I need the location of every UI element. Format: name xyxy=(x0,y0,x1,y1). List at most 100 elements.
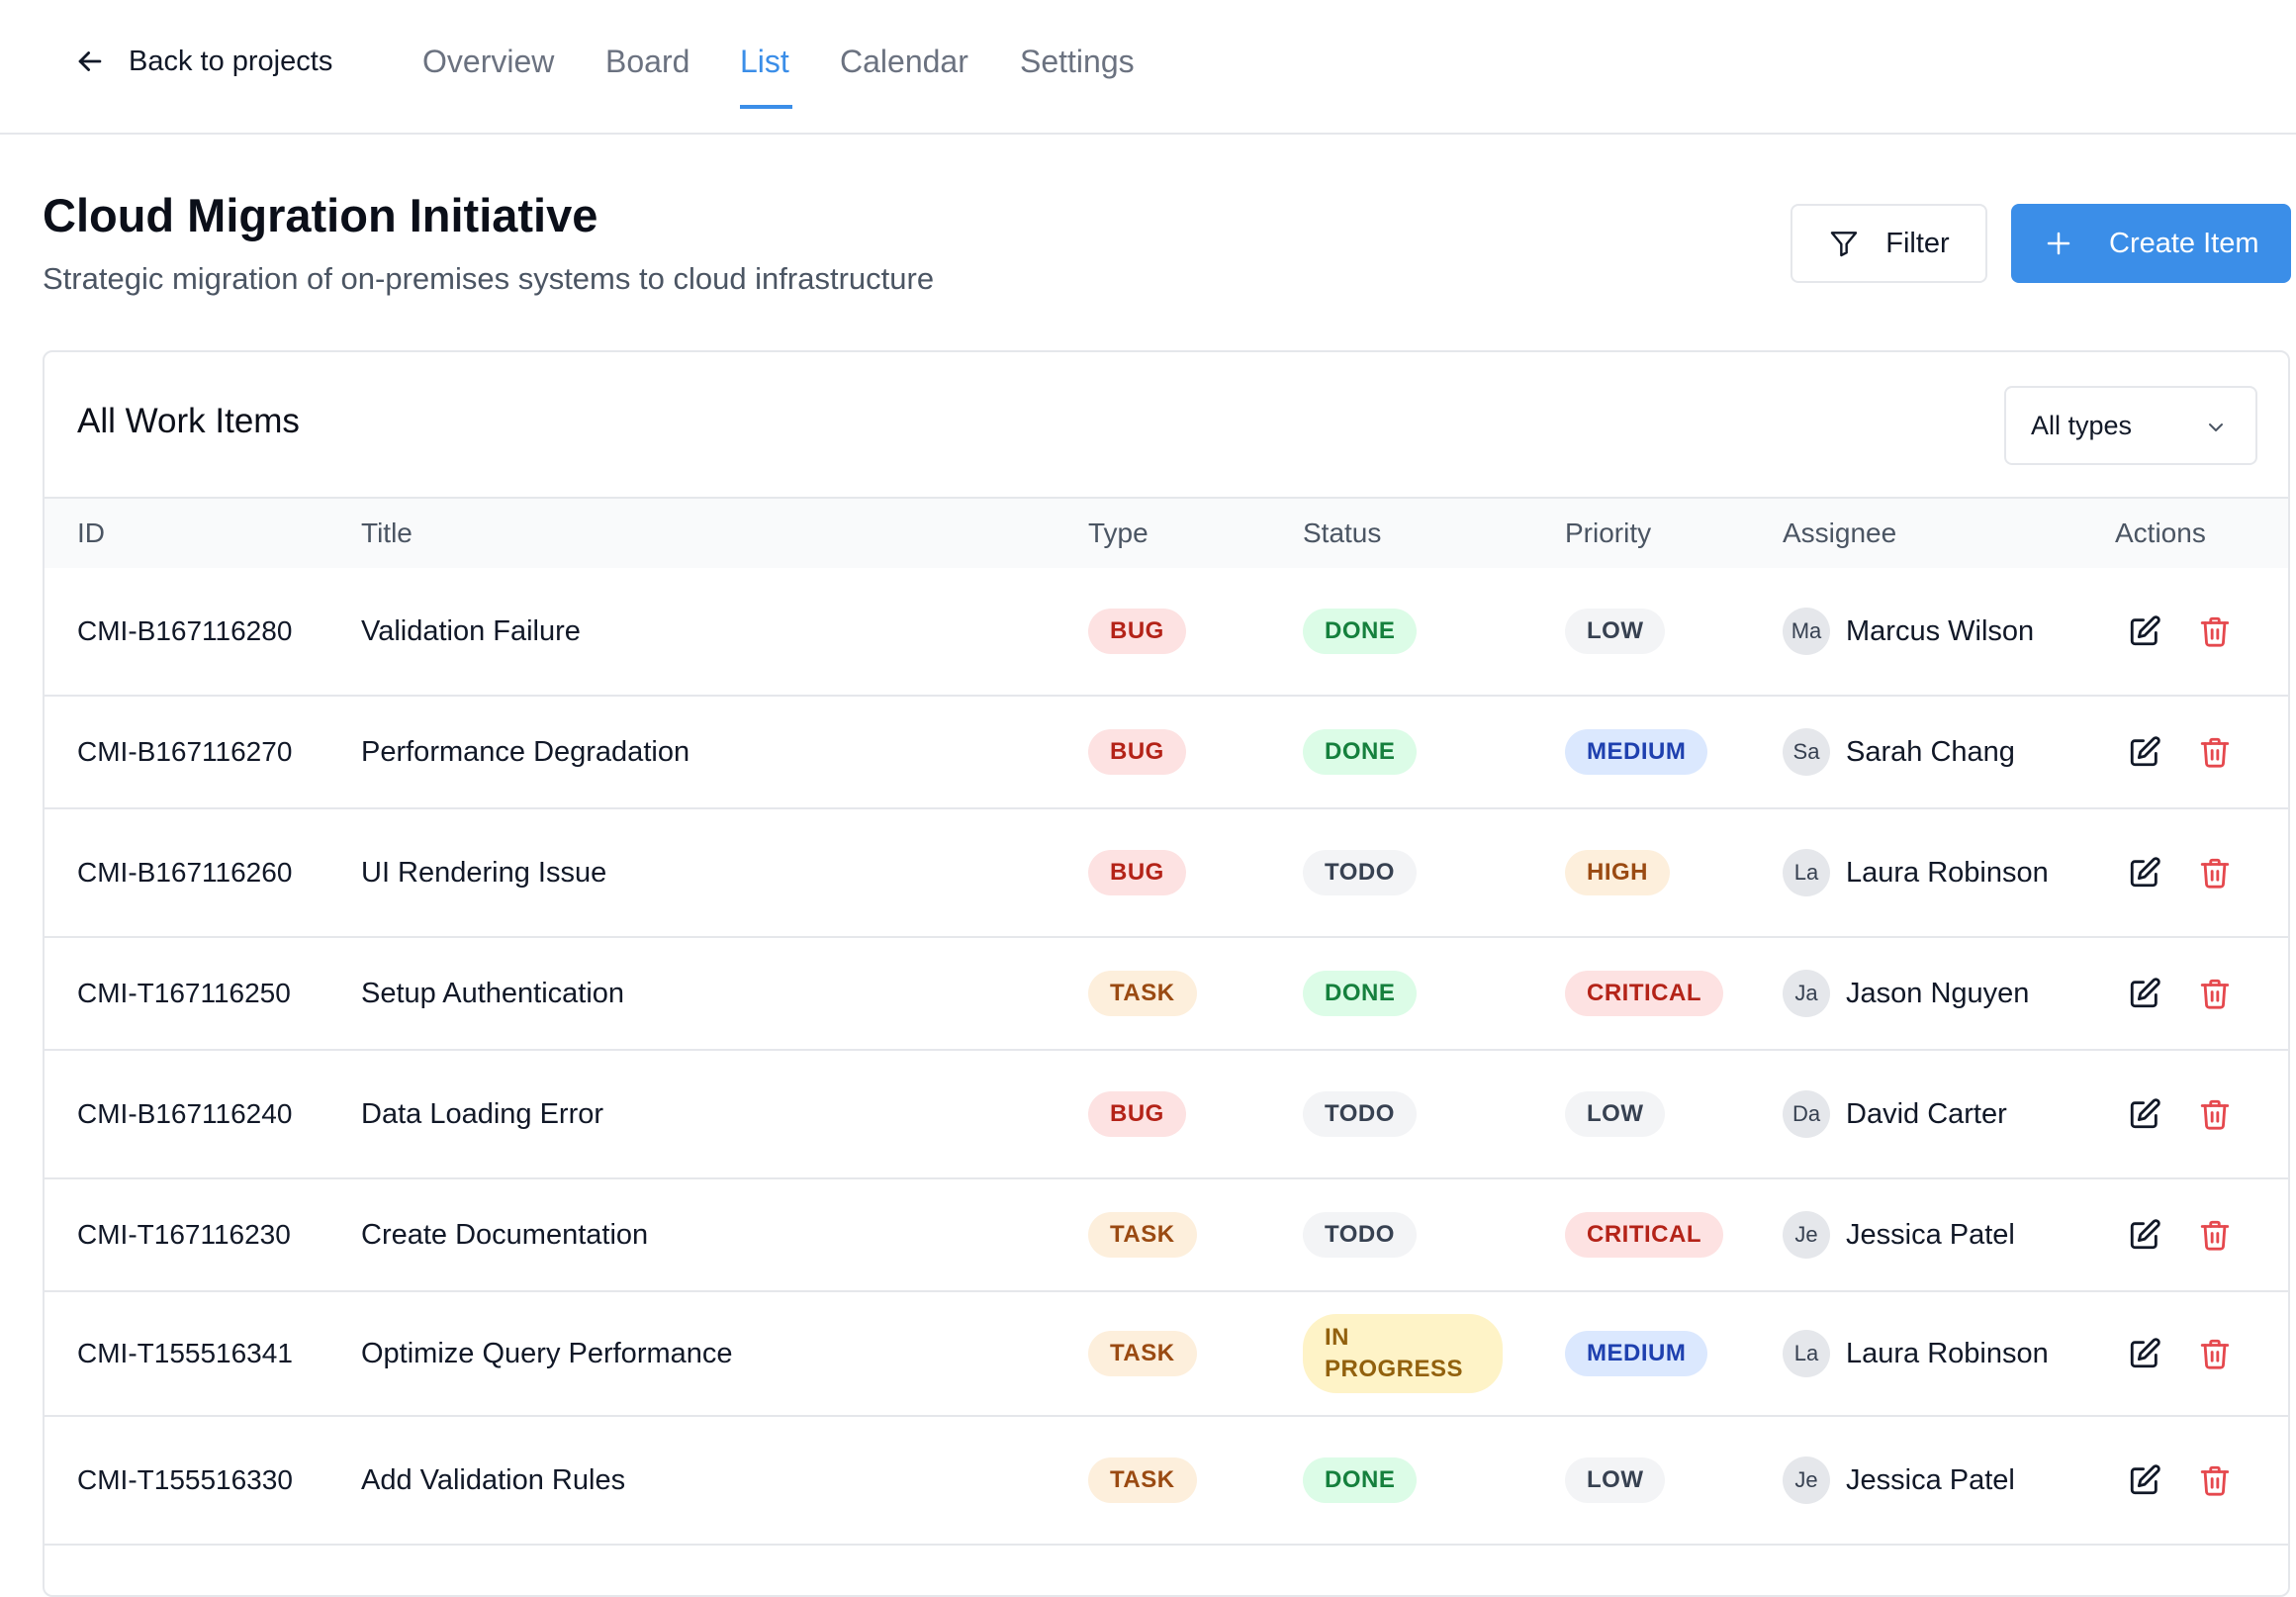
page-subtitle: Strategic migration of on-premises syste… xyxy=(43,261,935,296)
edit-icon[interactable] xyxy=(2128,856,2161,890)
tab-overview[interactable]: Overview xyxy=(422,38,554,85)
edit-icon[interactable] xyxy=(2128,1463,2161,1497)
work-items-heading: All Work Items xyxy=(77,402,300,440)
work-item-title[interactable]: UI Rendering Issue xyxy=(361,809,1054,936)
type-filter-select[interactable]: All types xyxy=(2004,386,2257,465)
trash-icon[interactable] xyxy=(2198,977,2232,1010)
actions-cell xyxy=(2128,697,2232,807)
create-item-button-label: Create Item xyxy=(2109,227,2259,259)
work-item-title[interactable]: Optimize Query Performance xyxy=(361,1292,1054,1415)
table-row[interactable]: CMI-T167116250 Setup Authentication TASK DO… xyxy=(45,938,2288,1051)
edit-icon[interactable] xyxy=(2128,1218,2161,1252)
edit-icon[interactable] xyxy=(2128,614,2161,648)
trash-icon[interactable] xyxy=(2198,614,2232,648)
avatar: Je xyxy=(1783,1456,1830,1504)
filter-button[interactable]: Filter xyxy=(1791,204,1987,283)
edit-icon[interactable] xyxy=(2128,977,2161,1010)
type-badge: TASK xyxy=(1088,1457,1197,1503)
top-navigation: Back to projects Overview Board List Cal… xyxy=(0,0,2296,135)
actions-cell xyxy=(2128,568,2232,695)
tab-board[interactable]: Board xyxy=(605,38,689,85)
status-badge: DONE xyxy=(1303,729,1418,775)
status-badge: DONE xyxy=(1303,1457,1418,1503)
column-header-assignee: Assignee xyxy=(1783,517,1897,548)
table-row[interactable]: CMI-B167116280 Validation Failure BUG DONE L… xyxy=(45,568,2288,697)
tab-list[interactable]: List xyxy=(740,38,789,85)
priority-badge: MEDIUM xyxy=(1565,1331,1708,1376)
avatar: Sa xyxy=(1783,728,1830,776)
trash-icon[interactable] xyxy=(2198,1218,2232,1252)
table-row[interactable]: CMI-B167116270 Performance Degradation BUG… xyxy=(45,697,2288,809)
type-badge: TASK xyxy=(1088,1212,1197,1258)
type-cell: BUG xyxy=(1088,809,1186,936)
avatar: Ma xyxy=(1783,608,1830,655)
type-cell: BUG xyxy=(1088,697,1186,807)
priority-cell: HIGH xyxy=(1565,809,1670,936)
assignee-name: Jessica Patel xyxy=(1846,1463,2015,1496)
type-badge: BUG xyxy=(1088,729,1186,775)
trash-icon[interactable] xyxy=(2198,1097,2232,1131)
priority-cell: CRITICAL xyxy=(1565,938,1723,1049)
type-badge: BUG xyxy=(1088,850,1186,895)
status-cell: TODO xyxy=(1303,1051,1417,1177)
edit-icon[interactable] xyxy=(2128,1337,2161,1370)
type-badge: TASK xyxy=(1088,971,1197,1016)
work-item-title[interactable]: Setup Authentication xyxy=(361,938,1054,1049)
priority-cell: LOW xyxy=(1565,1051,1666,1177)
trash-icon[interactable] xyxy=(2198,1463,2232,1497)
status-badge: TODO xyxy=(1303,1091,1417,1137)
trash-icon[interactable] xyxy=(2198,1337,2232,1370)
funnel-icon xyxy=(1828,228,1860,259)
work-item-title[interactable]: Validation Failure xyxy=(361,568,1054,695)
work-item-title[interactable]: Add Validation Rules xyxy=(361,1417,1054,1544)
table-row[interactable]: CMI-T167116230 Create Documentation TASK TO… xyxy=(45,1179,2288,1292)
plus-icon xyxy=(2044,229,2073,258)
table-row[interactable]: CMI-T155516330 Add Validation Rules TASK DO… xyxy=(45,1417,2288,1546)
assignee-name: David Carter xyxy=(1846,1097,2007,1130)
table-row[interactable]: CMI-B167116240 Data Loading Error BUG TODO L… xyxy=(45,1051,2288,1179)
priority-badge: CRITICAL xyxy=(1565,971,1723,1016)
status-badge: IN PROGRESS xyxy=(1303,1314,1503,1393)
page-title: Cloud Migration Initiative xyxy=(43,189,598,241)
create-item-button[interactable]: Create Item xyxy=(2011,204,2291,283)
tab-settings[interactable]: Settings xyxy=(1020,38,1135,85)
work-item-id: CMI-B167116270 xyxy=(77,736,293,767)
table-row[interactable]: CMI-T155516341 Optimize Query Performance… xyxy=(45,1292,2288,1417)
actions-cell xyxy=(2128,1051,2232,1177)
trash-icon[interactable] xyxy=(2198,856,2232,890)
assignee-name: Jason Nguyen xyxy=(1846,977,2030,1009)
avatar: La xyxy=(1783,849,1830,896)
type-cell: TASK xyxy=(1088,1417,1197,1544)
priority-cell: LOW xyxy=(1565,568,1666,695)
type-cell: TASK xyxy=(1088,1292,1197,1415)
status-cell: DONE xyxy=(1303,697,1418,807)
work-item-title[interactable]: Data Loading Error xyxy=(361,1051,1054,1177)
priority-badge: HIGH xyxy=(1565,850,1670,895)
work-item-title[interactable]: Performance Degradation xyxy=(361,697,1054,807)
type-cell: TASK xyxy=(1088,938,1197,1049)
assignee-name: Laura Robinson xyxy=(1846,1337,2049,1369)
type-filter-value: All types xyxy=(2031,410,2133,440)
actions-cell xyxy=(2128,938,2232,1049)
priority-badge: CRITICAL xyxy=(1565,1212,1723,1258)
edit-icon[interactable] xyxy=(2128,1097,2161,1131)
back-to-projects-link[interactable]: Back to projects xyxy=(73,38,332,85)
assignee-cell: La Laura Robinson xyxy=(1783,809,2049,936)
actions-cell xyxy=(2128,1417,2232,1544)
column-header-status: Status xyxy=(1303,517,1382,548)
avatar: Je xyxy=(1783,1211,1830,1259)
edit-icon[interactable] xyxy=(2128,735,2161,769)
status-cell: DONE xyxy=(1303,568,1418,695)
column-header-type: Type xyxy=(1088,517,1148,548)
status-badge: TODO xyxy=(1303,850,1417,895)
trash-icon[interactable] xyxy=(2198,735,2232,769)
type-badge: BUG xyxy=(1088,609,1186,654)
assignee-cell: Je Jessica Patel xyxy=(1783,1179,2015,1290)
column-header-actions: Actions xyxy=(2115,517,2206,548)
work-items-card: All Work Items All types ID Title Type S… xyxy=(43,350,2290,1597)
tab-calendar[interactable]: Calendar xyxy=(840,38,968,85)
work-item-title[interactable]: Create Documentation xyxy=(361,1179,1054,1290)
table-row[interactable]: CMI-B167116260 UI Rendering Issue BUG TODO H… xyxy=(45,809,2288,938)
assignee-cell: La Laura Robinson xyxy=(1783,1292,2049,1415)
status-cell: TODO xyxy=(1303,809,1417,936)
